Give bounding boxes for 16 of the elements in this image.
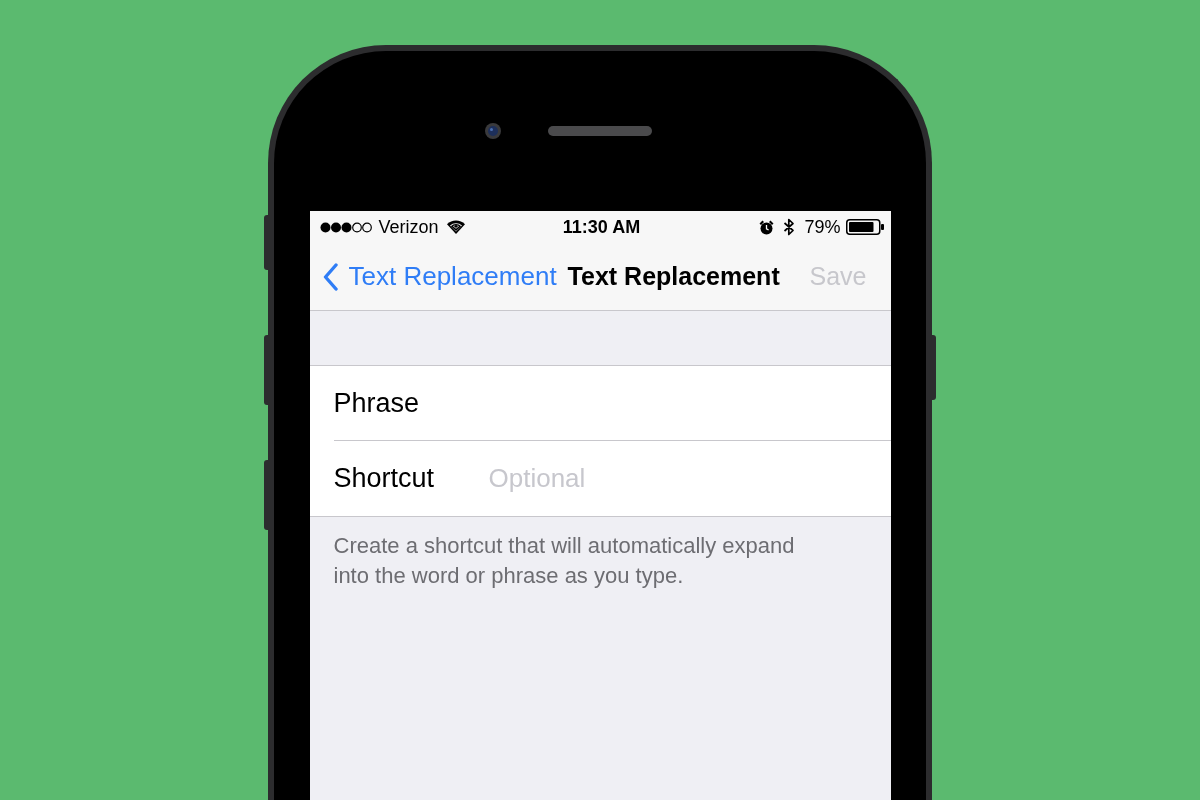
input-field[interactable]: Optional	[488, 458, 891, 499]
footer-note: Create a shortcut that will automatically expand into the word or phrase as you type.	[332, 532, 796, 590]
battery-percentage: 79%	[804, 215, 841, 239]
nav-title: Text Replacement	[567, 260, 780, 292]
field-label: Shortcut	[333, 462, 436, 496]
field-label: Phrase	[333, 386, 421, 420]
chevron-left-icon	[322, 262, 338, 291]
alarm-clock-icon	[759, 219, 775, 235]
camera-lens-icon	[485, 123, 501, 139]
carrier-name: Verizon	[378, 215, 439, 239]
wifi-icon	[446, 220, 465, 234]
signal-dots-icon	[319, 221, 372, 233]
back-button[interactable]: Text Replacement	[322, 257, 557, 296]
status-time: 11:30 AM	[562, 215, 641, 239]
battery-icon	[845, 219, 884, 235]
bluetooth-icon	[783, 218, 796, 236]
